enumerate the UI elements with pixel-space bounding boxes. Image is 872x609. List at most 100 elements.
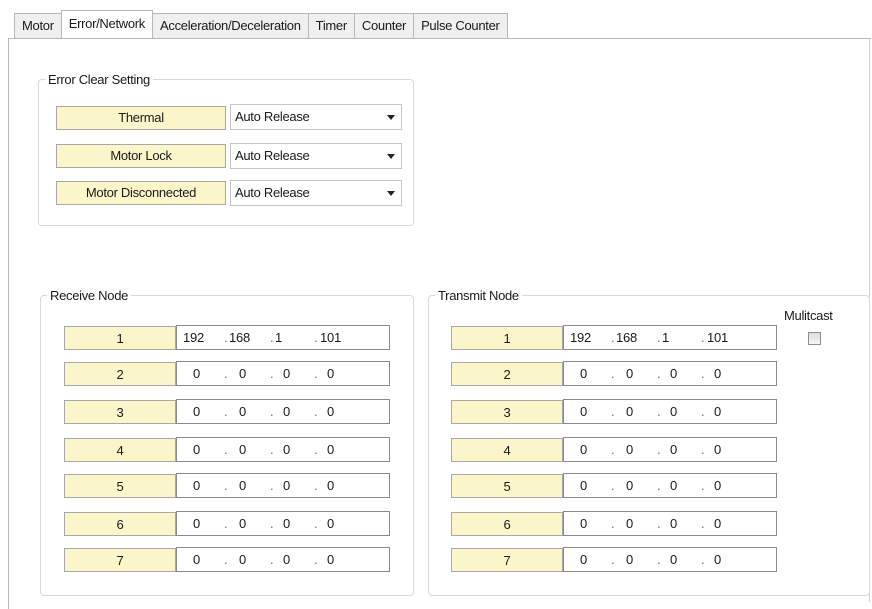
receive-node-ip-field-2[interactable]: 0 0 0 0... — [176, 361, 390, 386]
receive-node-label-7: 7 — [64, 548, 176, 572]
motor-disconnected-label: Motor Disconnected — [56, 181, 226, 205]
ip-octet[interactable]: 0 — [283, 362, 290, 385]
ip-octet[interactable]: 0 — [193, 362, 200, 385]
receive-node-title: Receive Node — [50, 288, 129, 303]
ip-octet[interactable]: 0 — [714, 512, 721, 535]
receive-node-ip-field-7[interactable]: 0 0 0 0... — [176, 547, 390, 572]
ip-octet[interactable]: 0 — [239, 438, 246, 461]
transmit-node-ip-field-6[interactable]: 0 0 0 0... — [563, 511, 777, 536]
ip-octet[interactable]: 0 — [327, 548, 334, 571]
ip-separator: . — [224, 552, 228, 567]
transmit-node-ip-field-5[interactable]: 0 0 0 0... — [563, 473, 777, 498]
ip-octet[interactable]: 101 — [320, 326, 341, 349]
ip-octet[interactable]: 192 — [570, 326, 591, 349]
transmit-node-ip-field-2[interactable]: 0 0 0 0... — [563, 361, 777, 386]
multicast-checkbox[interactable] — [808, 332, 821, 345]
ip-separator: . — [701, 330, 705, 345]
ip-octet[interactable]: 0 — [580, 438, 587, 461]
ip-octet[interactable]: 101 — [707, 326, 728, 349]
ip-octet[interactable]: 0 — [670, 362, 677, 385]
ip-octet[interactable]: 0 — [239, 362, 246, 385]
ip-separator: . — [611, 478, 615, 493]
ip-separator: . — [224, 516, 228, 531]
thermal-dropdown[interactable]: Auto Release — [230, 104, 402, 130]
ip-octet[interactable]: 0 — [670, 474, 677, 497]
ip-octet[interactable]: 0 — [670, 400, 677, 423]
ip-separator: . — [657, 478, 661, 493]
ip-separator: . — [224, 478, 228, 493]
ip-octet[interactable]: 0 — [580, 400, 587, 423]
ip-octet[interactable]: 0 — [239, 474, 246, 497]
motor-disconnected-dropdown-value: Auto Release — [235, 185, 310, 200]
transmit-node-label-3: 3 — [451, 400, 563, 424]
ip-octet[interactable]: 0 — [193, 474, 200, 497]
ip-octet[interactable]: 0 — [193, 548, 200, 571]
motor-disconnected-dropdown[interactable]: Auto Release — [230, 180, 402, 206]
transmit-node-label-4: 4 — [451, 438, 563, 462]
ip-separator: . — [314, 516, 318, 531]
tab-timer[interactable]: Timer — [307, 13, 355, 38]
ip-octet[interactable]: 0 — [626, 512, 633, 535]
receive-node-label-3: 3 — [64, 400, 176, 424]
receive-node-ip-field-6[interactable]: 0 0 0 0... — [176, 511, 390, 536]
ip-octet[interactable]: 0 — [714, 400, 721, 423]
ip-separator: . — [657, 404, 661, 419]
ip-octet[interactable]: 168 — [616, 326, 637, 349]
ip-octet[interactable]: 0 — [327, 512, 334, 535]
ip-octet[interactable]: 0 — [193, 400, 200, 423]
ip-octet[interactable]: 0 — [626, 474, 633, 497]
transmit-node-ip-field-1[interactable]: 192 168 1 101... — [563, 325, 777, 350]
ip-octet[interactable]: 1 — [662, 326, 669, 349]
transmit-node-ip-field-3[interactable]: 0 0 0 0... — [563, 399, 777, 424]
ip-octet[interactable]: 1 — [275, 326, 282, 349]
ip-octet[interactable]: 0 — [626, 438, 633, 461]
ip-octet[interactable]: 0 — [580, 512, 587, 535]
ip-octet[interactable]: 0 — [327, 438, 334, 461]
ip-separator: . — [701, 442, 705, 457]
tab-acceleration-deceleration[interactable]: Acceleration/Deceleration — [152, 13, 309, 38]
ip-octet[interactable]: 192 — [183, 326, 204, 349]
ip-octet[interactable]: 0 — [626, 362, 633, 385]
ip-octet[interactable]: 168 — [229, 326, 250, 349]
ip-octet[interactable]: 0 — [714, 438, 721, 461]
tab-error-network[interactable]: Error/Network — [60, 10, 154, 38]
receive-node-ip-field-4[interactable]: 0 0 0 0... — [176, 437, 390, 462]
ip-octet[interactable]: 0 — [327, 362, 334, 385]
receive-node-ip-field-1[interactable]: 192 168 1 101... — [176, 325, 390, 350]
ip-octet[interactable]: 0 — [580, 362, 587, 385]
motor-lock-dropdown[interactable]: Auto Release — [230, 143, 402, 169]
transmit-node-ip-field-7[interactable]: 0 0 0 0... — [563, 547, 777, 572]
transmit-node-label-1: 1 — [451, 326, 563, 350]
ip-octet[interactable]: 0 — [580, 474, 587, 497]
ip-octet[interactable]: 0 — [239, 512, 246, 535]
ip-octet[interactable]: 0 — [327, 400, 334, 423]
ip-octet[interactable]: 0 — [626, 548, 633, 571]
ip-octet[interactable]: 0 — [327, 474, 334, 497]
tab-counter[interactable]: Counter — [353, 13, 415, 38]
ip-octet[interactable]: 0 — [283, 512, 290, 535]
transmit-node-ip-field-4[interactable]: 0 0 0 0... — [563, 437, 777, 462]
ip-octet[interactable]: 0 — [670, 512, 677, 535]
ip-octet[interactable]: 0 — [626, 400, 633, 423]
tab-pulse-counter[interactable]: Pulse Counter — [413, 13, 508, 38]
ip-octet[interactable]: 0 — [670, 548, 677, 571]
ip-octet[interactable]: 0 — [580, 548, 587, 571]
ip-octet[interactable]: 0 — [239, 548, 246, 571]
ip-octet[interactable]: 0 — [239, 400, 246, 423]
ip-octet[interactable]: 0 — [714, 362, 721, 385]
receive-node-ip-field-5[interactable]: 0 0 0 0... — [176, 473, 390, 498]
ip-octet[interactable]: 0 — [283, 474, 290, 497]
ip-octet[interactable]: 0 — [714, 548, 721, 571]
ip-octet[interactable]: 0 — [283, 400, 290, 423]
ip-octet[interactable]: 0 — [193, 438, 200, 461]
ip-octet[interactable]: 0 — [283, 548, 290, 571]
ip-separator: . — [314, 478, 318, 493]
receive-node-ip-field-3[interactable]: 0 0 0 0... — [176, 399, 390, 424]
ip-octet[interactable]: 0 — [193, 512, 200, 535]
error-clear-title: Error Clear Setting — [48, 72, 150, 87]
tab-motor[interactable]: Motor — [14, 13, 62, 38]
receive-node-label-1: 1 — [64, 326, 176, 350]
ip-octet[interactable]: 0 — [670, 438, 677, 461]
ip-octet[interactable]: 0 — [283, 438, 290, 461]
ip-octet[interactable]: 0 — [714, 474, 721, 497]
